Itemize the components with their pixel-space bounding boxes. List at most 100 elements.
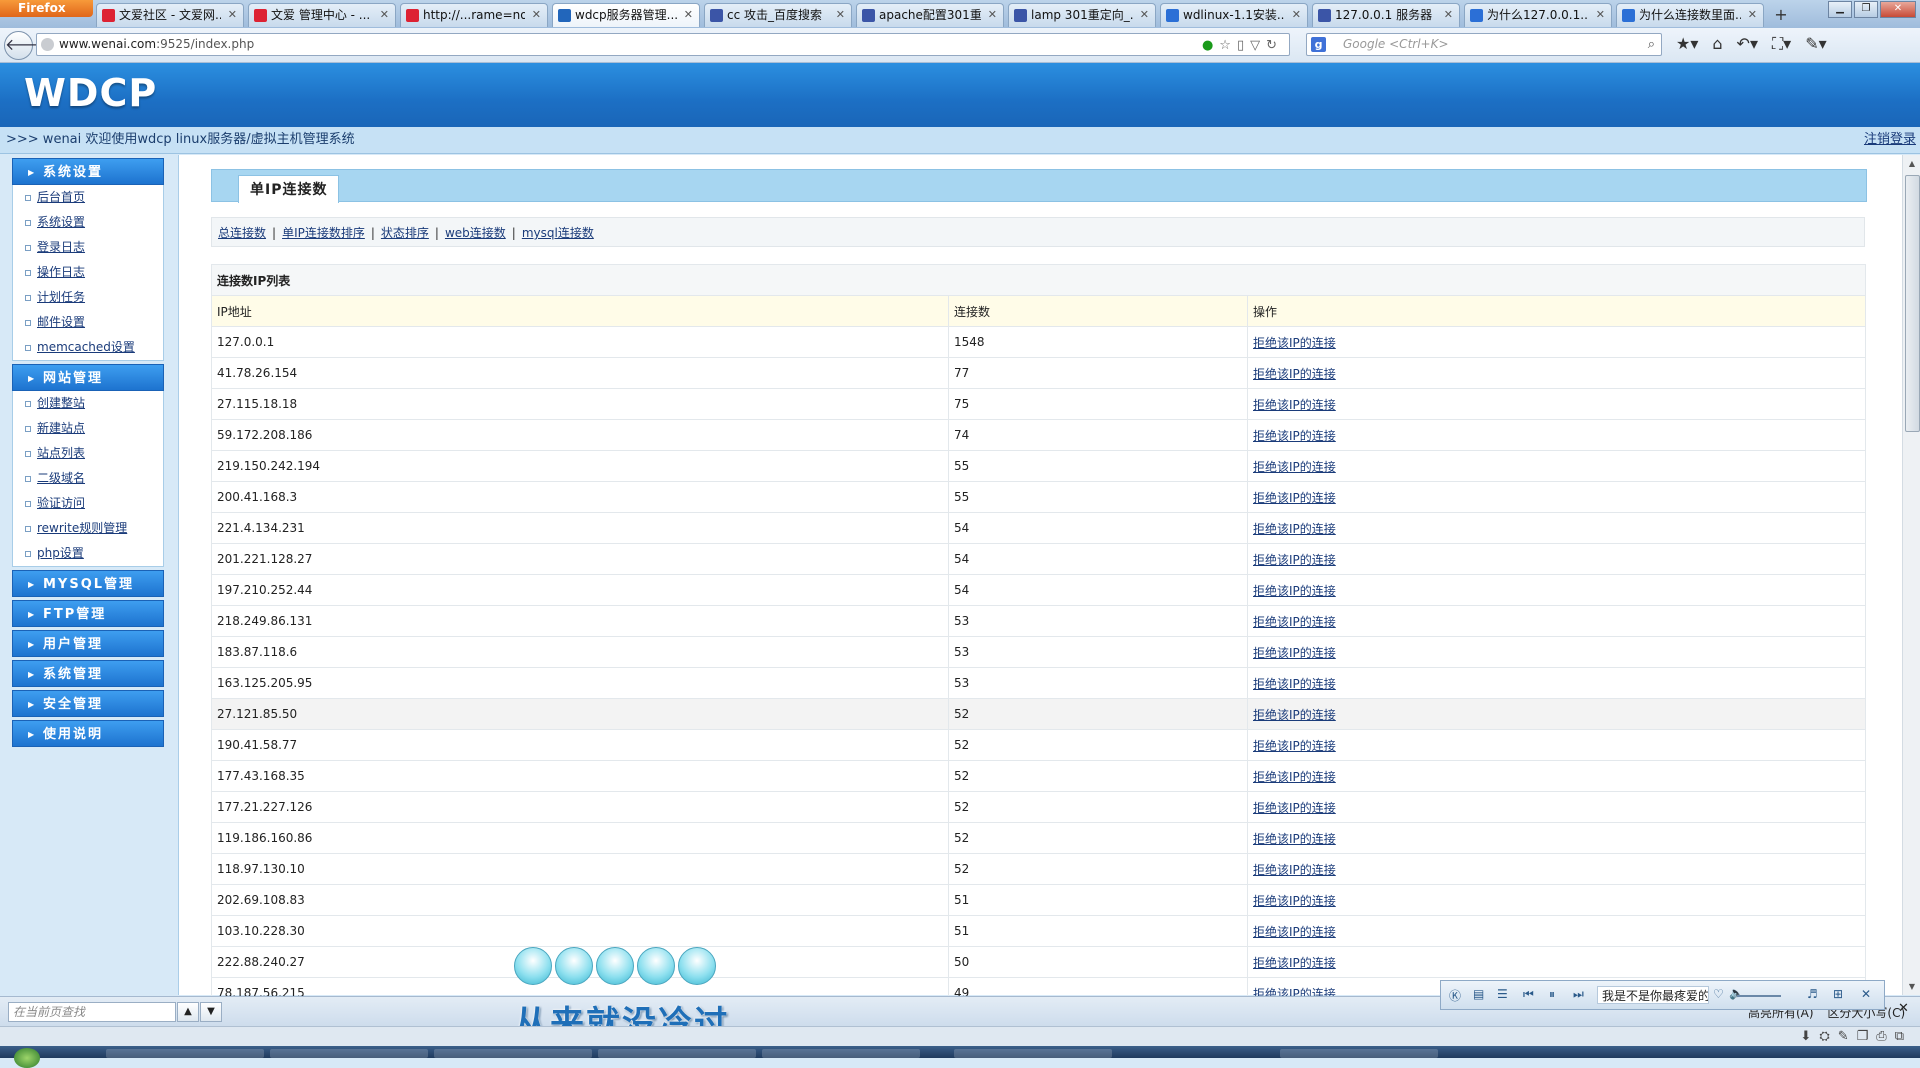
taskbar-item[interactable]	[954, 1049, 1112, 1058]
tab-close-icon[interactable]: ✕	[1596, 4, 1605, 26]
reject-ip-link[interactable]: 拒绝该IP的连接	[1253, 336, 1336, 350]
sidebar-item-link[interactable]: 创建整站	[37, 396, 85, 410]
sidebar-item-link[interactable]: 操作日志	[37, 265, 85, 279]
reject-ip-link[interactable]: 拒绝该IP的连接	[1253, 646, 1336, 660]
browser-tab[interactable]: apache配置301重... ✕	[856, 3, 1004, 27]
favorite-heart-icon[interactable]: ♡	[1713, 987, 1724, 1001]
find-next-icon[interactable]: ▼	[200, 1002, 222, 1022]
bookmark-star-icon[interactable]: ☆	[1219, 38, 1237, 53]
connection-view-link[interactable]: mysql连接数	[522, 226, 594, 240]
reject-ip-link[interactable]: 拒绝该IP的连接	[1253, 460, 1336, 474]
sidebar-item-link[interactable]: php设置	[37, 546, 84, 560]
browser-tab[interactable]: lamp 301重定向_... ✕	[1008, 3, 1156, 27]
reject-ip-link[interactable]: 拒绝该IP的连接	[1253, 863, 1336, 877]
reject-ip-link[interactable]: 拒绝该IP的连接	[1253, 429, 1336, 443]
tab-close-icon[interactable]: ✕	[988, 4, 997, 26]
reject-ip-link[interactable]: 拒绝该IP的连接	[1253, 522, 1336, 536]
browser-tab[interactable]: 为什么127.0.0.1... ✕	[1464, 3, 1612, 27]
mini-mode-icon[interactable]: ⊞	[1833, 987, 1843, 1001]
sidebar-item-link[interactable]: 站点列表	[37, 446, 85, 460]
sidebar-item-link[interactable]: memcached设置	[37, 340, 135, 354]
new-tab-button[interactable]: +	[1770, 4, 1792, 26]
undo-icon[interactable]: ↶▾	[1737, 34, 1758, 54]
previous-track-icon[interactable]: ⏮	[1523, 987, 1534, 1002]
tab-close-icon[interactable]: ✕	[1140, 4, 1149, 26]
download-icon[interactable]: ⬇	[1800, 1029, 1811, 1044]
tab-close-icon[interactable]: ✕	[1748, 4, 1757, 26]
sidebar-group-header[interactable]: ▶ 安全管理	[12, 690, 164, 717]
browser-tab[interactable]: wdlinux-1.1安装... ✕	[1160, 3, 1308, 27]
next-track-icon[interactable]: ⏭	[1573, 987, 1584, 1002]
mobile-icon[interactable]: ▯	[1237, 38, 1250, 53]
taskbar-item[interactable]	[106, 1049, 264, 1058]
screenshot-icon[interactable]: ⛶▾	[1772, 34, 1791, 54]
sidebar-item-link[interactable]: 计划任务	[37, 290, 85, 304]
back-button[interactable]: 🡐	[4, 31, 48, 60]
firefox-menu-button[interactable]: Firefox	[0, 0, 93, 17]
reject-ip-link[interactable]: 拒绝该IP的连接	[1253, 367, 1336, 381]
playlist-icon[interactable]: ☰	[1497, 987, 1508, 1001]
edit-icon[interactable]: ✎	[1838, 1029, 1849, 1044]
scrollbar-thumb[interactable]	[1905, 175, 1920, 432]
reject-ip-link[interactable]: 拒绝该IP的连接	[1253, 832, 1336, 846]
copy-icon[interactable]: ⧉	[1895, 1029, 1904, 1044]
find-close-icon[interactable]: ✕	[1898, 1001, 1909, 1016]
tab-close-icon[interactable]: ✕	[228, 4, 237, 26]
sidebar-item-link[interactable]: 系统设置	[37, 215, 85, 229]
reject-ip-link[interactable]: 拒绝该IP的连接	[1253, 925, 1336, 939]
reject-ip-link[interactable]: 拒绝该IP的连接	[1253, 739, 1336, 753]
sidebar-item-link[interactable]: 新建站点	[37, 421, 85, 435]
sidebar-item-link[interactable]: 二级域名	[37, 471, 85, 485]
reject-ip-link[interactable]: 拒绝该IP的连接	[1253, 398, 1336, 412]
player-close-icon[interactable]: ✕	[1861, 987, 1871, 1001]
connection-view-link[interactable]: web连接数	[445, 226, 506, 240]
scroll-up-icon[interactable]: ▲	[1903, 155, 1920, 172]
sidebar-group-header[interactable]: ▶ 网站管理	[12, 364, 164, 391]
tab-close-icon[interactable]: ✕	[1292, 4, 1301, 26]
reject-ip-link[interactable]: 拒绝该IP的连接	[1253, 584, 1336, 598]
reject-ip-link[interactable]: 拒绝该IP的连接	[1253, 956, 1336, 970]
reject-ip-link[interactable]: 拒绝该IP的连接	[1253, 677, 1336, 691]
sidebar-item-link[interactable]: 登录日志	[37, 240, 85, 254]
sound-effect-icon[interactable]: ♬	[1807, 987, 1818, 1001]
sidebar-item-link[interactable]: 后台首页	[37, 190, 85, 204]
sidebar-item-link[interactable]: 验证访问	[37, 496, 85, 510]
close-window-icon[interactable]: ✕	[1880, 1, 1916, 18]
sidebar-group-header[interactable]: ▶ 使用说明	[12, 720, 164, 747]
find-previous-icon[interactable]: ▲	[177, 1002, 199, 1022]
reject-ip-link[interactable]: 拒绝该IP的连接	[1253, 491, 1336, 505]
lyric-toggle-icon[interactable]: ▤	[1473, 987, 1484, 1001]
reject-ip-link[interactable]: 拒绝该IP的连接	[1253, 708, 1336, 722]
reject-ip-link[interactable]: 拒绝该IP的连接	[1253, 894, 1336, 908]
taskbar-item[interactable]	[762, 1049, 920, 1058]
browser-tab[interactable]: 文爱 管理中心 - ... ✕	[248, 3, 396, 27]
tab-close-icon[interactable]: ✕	[836, 4, 845, 26]
restore-icon[interactable]: ❐	[1854, 1, 1878, 18]
tab-close-icon[interactable]: ✕	[380, 4, 389, 26]
sidebar-group-header[interactable]: ▶ 系统设置	[12, 158, 164, 185]
scroll-down-icon[interactable]: ▼	[1903, 978, 1920, 995]
sidebar-item-link[interactable]: 邮件设置	[37, 315, 85, 329]
sidebar-group-header[interactable]: ▶ FTP管理	[12, 600, 164, 627]
volume-slider[interactable]	[1737, 995, 1781, 997]
connection-view-link[interactable]: 单IP连接数排序	[282, 226, 365, 240]
pause-icon[interactable]: ⏸	[1549, 987, 1555, 1002]
dropdown-icon[interactable]: ▽	[1250, 38, 1266, 53]
window-icon[interactable]: ❐	[1857, 1029, 1869, 1044]
bookmarks-menu-icon[interactable]: ★▾	[1676, 34, 1698, 54]
tab-close-icon[interactable]: ✕	[532, 4, 541, 26]
sidebar-item-link[interactable]: rewrite规则管理	[37, 521, 127, 535]
addon-bar-icon[interactable]: ⛭	[1819, 1029, 1829, 1044]
taskbar-item[interactable]	[598, 1049, 756, 1058]
taskbar-item[interactable]	[1280, 1049, 1438, 1058]
tab-close-icon[interactable]: ✕	[1444, 4, 1453, 26]
url-bar[interactable]: www.wenai.com:9525/index.php ●☆▯▽↻	[36, 33, 1290, 56]
addon-icon[interactable]: ✎▾	[1805, 34, 1826, 54]
vertical-scrollbar[interactable]: ▲ ▼	[1902, 155, 1920, 995]
browser-tab[interactable]: 文爱社区 - 文爱网... ✕	[96, 3, 244, 27]
browser-tab[interactable]: cc 攻击_百度搜索 ✕	[704, 3, 852, 27]
reject-ip-link[interactable]: 拒绝该IP的连接	[1253, 615, 1336, 629]
browser-tab[interactable]: wdcp服务器管理... ✕	[552, 3, 700, 27]
browser-tab[interactable]: 127.0.0.1 服务器 ... ✕	[1312, 3, 1460, 27]
taskbar-item[interactable]	[434, 1049, 592, 1058]
